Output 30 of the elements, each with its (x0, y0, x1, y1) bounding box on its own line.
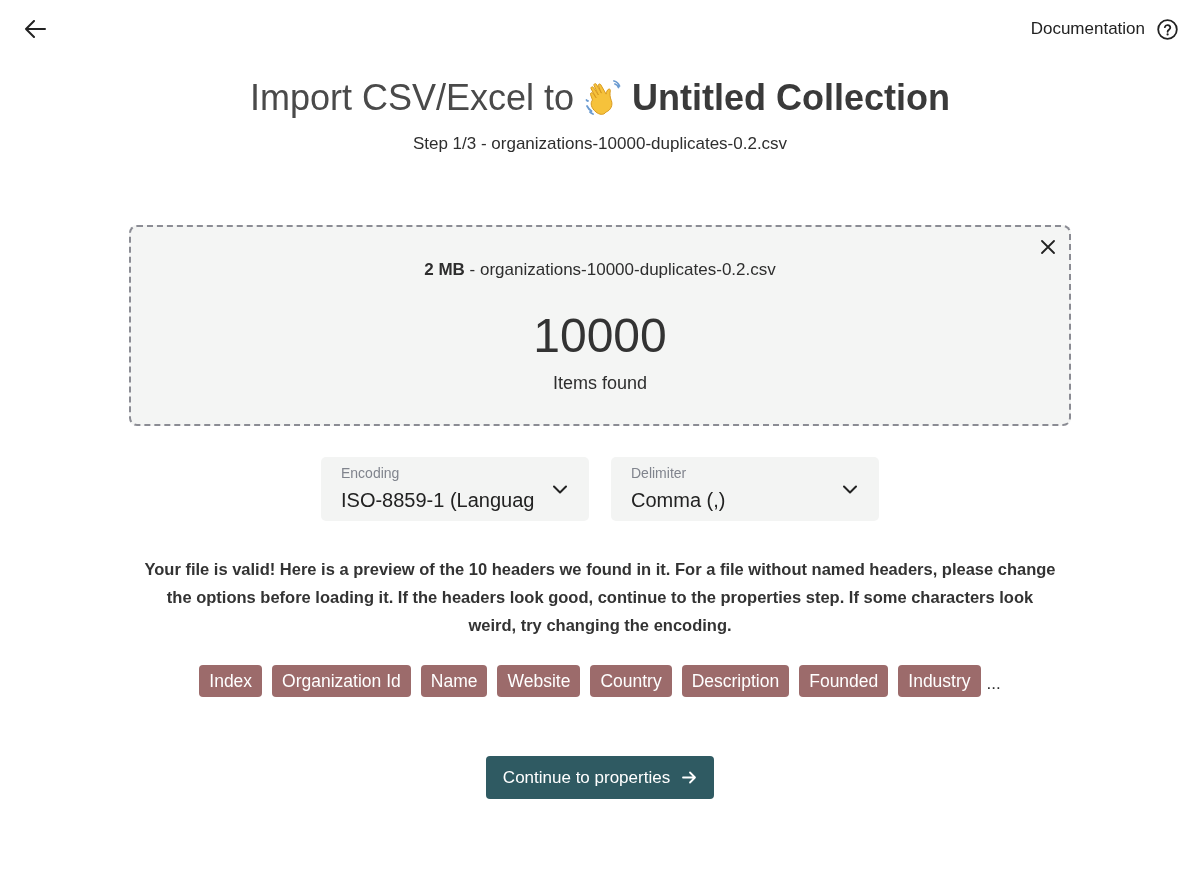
more-ellipsis: ... (986, 673, 1001, 696)
step-subtitle: Step 1/3 - organizations-10000-duplicates-0.2.csv (412, 133, 788, 156)
waving-hand-icon (584, 78, 623, 117)
collection-name: Untitled Collection (632, 76, 951, 120)
continue-button[interactable]: Continue to properties (485, 755, 715, 800)
header-tag: Description (681, 664, 790, 697)
header-tag: Name (420, 664, 488, 697)
validation-message: Your file is valid! Here is a preview of the 10 headers we found in it. For a file without named headers, please change the options before loading it. If the headers look good, continue to the properties step. If some characters look weird, try changing the encoding. (144, 558, 1056, 636)
header-tag: Founded (799, 664, 889, 697)
chevron-down-icon (553, 484, 567, 494)
item-count: 10000 (533, 312, 667, 361)
help-icon (1157, 18, 1178, 40)
header-tag: Country (590, 664, 672, 697)
documentation-link[interactable]: Documentation (1030, 16, 1145, 42)
help-button[interactable] (1157, 18, 1178, 40)
select-field[interactable]: Encoding ISO-8859-1 (Languag (321, 456, 589, 521)
item-count-label: Items found (552, 372, 648, 396)
close-button[interactable] (1041, 239, 1055, 254)
page-title: Import CSV/Excel to (249, 76, 575, 120)
header-tag: Website (497, 664, 581, 697)
chevron-down-icon (843, 484, 857, 494)
arrow-right-icon (682, 770, 698, 784)
header-tag: Organization Id (272, 664, 411, 697)
back-button[interactable] (24, 20, 46, 38)
file-name-text: 2 MB - organizations-10000-duplicates-0.2.csv (424, 258, 776, 281)
header-tag: Industry (898, 664, 981, 697)
close-icon (1041, 239, 1055, 254)
back-arrow-icon (24, 20, 46, 38)
header-tag: Index (199, 664, 263, 697)
select-field[interactable]: Delimiter Comma (,) (611, 456, 879, 521)
